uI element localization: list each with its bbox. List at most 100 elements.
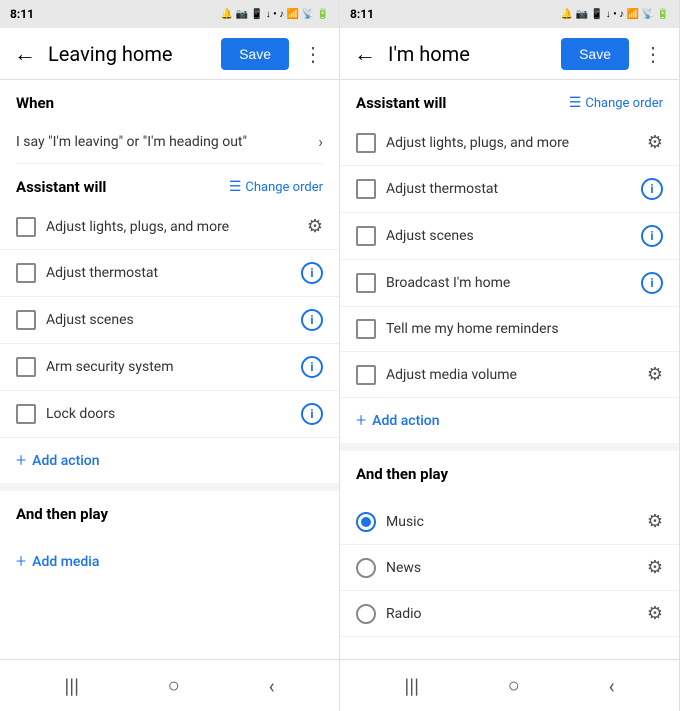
reorder-icon-left: ☰ [229,179,242,195]
status-bar-right: 8:11 🔔 📷 📱 ↓ • ♪ 📶 📡 🔋 [340,0,679,28]
back-button-right[interactable]: ← [350,37,380,71]
info-icon-4-left[interactable]: i [301,403,323,425]
nav-home-left[interactable]: ○ [168,673,180,698]
action-item-2-left[interactable]: Adjust scenes i [0,297,339,344]
radio-inner-music [361,517,371,527]
trigger-row[interactable]: I say "I'm leaving" or "I'm heading out"… [16,120,323,164]
action-item-0-right[interactable]: Adjust lights, plugs, and more ⚙ [340,120,679,166]
top-bar-right: ← I'm home Save ⋮ [340,28,679,80]
checkbox-1-right[interactable] [356,179,376,199]
media-item-radio[interactable]: Radio ⚙ [340,591,679,637]
status-icons-right: 🔔 📷 📱 ↓ • ♪ 📶 📡 🔋 [561,9,669,20]
checkbox-2-right[interactable] [356,226,376,246]
info-icon-1-right[interactable]: i [641,178,663,200]
checkbox-5-right[interactable] [356,365,376,385]
action-label-4-left: Lock doors [46,406,291,422]
change-order-label-left: Change order [245,180,323,195]
media-label-music: Music [386,514,637,530]
assistant-header-left: Assistant will ☰ Change order [0,164,339,204]
action-item-1-right[interactable]: Adjust thermostat i [340,166,679,213]
top-bar-left: ← Leaving home Save ⋮ [0,28,339,80]
media-item-news[interactable]: News ⚙ [340,545,679,591]
divider-right [340,443,679,451]
checkbox-2-left[interactable] [16,310,36,330]
info-icon-2-right[interactable]: i [641,225,663,247]
action-item-1-left[interactable]: Adjust thermostat i [0,250,339,297]
action-item-3-left[interactable]: Arm security system i [0,344,339,391]
gear-icon-radio[interactable]: ⚙ [647,603,663,624]
checkbox-4-left[interactable] [16,404,36,424]
action-label-0-right: Adjust lights, plugs, and more [386,135,637,151]
action-item-5-right[interactable]: Adjust media volume ⚙ [340,352,679,398]
radio-news[interactable] [356,558,376,578]
add-icon-left: + [16,450,26,471]
status-time-left: 8:11 [10,7,34,21]
action-item-4-right[interactable]: Tell me my home reminders [340,307,679,352]
notification-icons: 🔔 📷 📱 ↓ • ♪ 📶 📡 🔋 [221,9,329,20]
assistant-header-right: Assistant will ☰ Change order [340,80,679,120]
action-label-5-right: Adjust media volume [386,367,637,383]
add-icon-right: + [356,410,366,431]
add-action-label-left: Add action [32,453,99,469]
save-button-left[interactable]: Save [221,38,289,70]
save-button-right[interactable]: Save [561,38,629,70]
action-item-4-left[interactable]: Lock doors i [0,391,339,438]
left-panel: 8:11 🔔 📷 📱 ↓ • ♪ 📶 📡 🔋 ← Leaving home Sa… [0,0,340,711]
play-title-right: And then play [356,465,663,483]
media-label-radio: Radio [386,606,637,622]
nav-menu-left[interactable]: ||| [64,674,79,698]
gear-icon-0-left[interactable]: ⚙ [307,216,323,237]
radio-radio[interactable] [356,604,376,624]
bottom-nav-right: ||| ○ ‹ [340,659,679,711]
bottom-nav-left: ||| ○ ‹ [0,659,339,711]
change-order-label-right: Change order [585,96,663,111]
info-icon-1-left[interactable]: i [301,262,323,284]
back-button-left[interactable]: ← [10,37,40,71]
checkbox-0-right[interactable] [356,133,376,153]
add-action-right[interactable]: + Add action [340,398,679,443]
status-bar-left: 8:11 🔔 📷 📱 ↓ • ♪ 📶 📡 🔋 [0,0,339,28]
action-item-3-right[interactable]: Broadcast I'm home i [340,260,679,307]
change-order-left[interactable]: ☰ Change order [229,179,323,195]
add-media-left[interactable]: + Add media [0,539,339,584]
left-content: When I say "I'm leaving" or "I'm heading… [0,80,339,659]
play-title-left: And then play [16,505,323,523]
checkbox-0-left[interactable] [16,217,36,237]
action-label-1-left: Adjust thermostat [46,265,291,281]
right-panel: 8:11 🔔 📷 📱 ↓ • ♪ 📶 📡 🔋 ← I'm home Save ⋮… [340,0,680,711]
info-icon-3-right[interactable]: i [641,272,663,294]
info-icon-3-left[interactable]: i [301,356,323,378]
action-item-2-right[interactable]: Adjust scenes i [340,213,679,260]
more-menu-left[interactable]: ⋮ [297,38,329,70]
more-menu-right[interactable]: ⋮ [637,38,669,70]
gear-icon-music[interactable]: ⚙ [647,511,663,532]
when-section: When I say "I'm leaving" or "I'm heading… [0,80,339,164]
checkbox-4-right[interactable] [356,319,376,339]
action-item-0-left[interactable]: Adjust lights, plugs, and more ⚙ [0,204,339,250]
radio-music[interactable] [356,512,376,532]
nav-menu-right[interactable]: ||| [404,674,419,698]
checkbox-1-left[interactable] [16,263,36,283]
media-item-music[interactable]: Music ⚙ [340,499,679,545]
action-label-2-right: Adjust scenes [386,228,631,244]
action-label-1-right: Adjust thermostat [386,181,631,197]
checkbox-3-right[interactable] [356,273,376,293]
nav-back-left[interactable]: ‹ [269,674,275,698]
add-media-icon-left: + [16,551,26,572]
assistant-title-right: Assistant will [356,94,446,112]
action-label-4-right: Tell me my home reminders [386,321,663,337]
page-title-right: I'm home [388,42,553,66]
add-action-left[interactable]: + Add action [0,438,339,483]
divider-left [0,483,339,491]
status-icons-left: 🔔 📷 📱 ↓ • ♪ 📶 📡 🔋 [221,9,329,20]
info-icon-2-left[interactable]: i [301,309,323,331]
nav-home-right[interactable]: ○ [508,673,520,698]
notification-icons-right: 🔔 📷 📱 ↓ • ♪ 📶 📡 🔋 [561,9,669,20]
gear-icon-news[interactable]: ⚙ [647,557,663,578]
gear-icon-0-right[interactable]: ⚙ [647,132,663,153]
checkbox-3-left[interactable] [16,357,36,377]
add-action-label-right: Add action [372,413,439,429]
nav-back-right[interactable]: ‹ [609,674,615,698]
change-order-right[interactable]: ☰ Change order [569,95,663,111]
gear-icon-5-right[interactable]: ⚙ [647,364,663,385]
